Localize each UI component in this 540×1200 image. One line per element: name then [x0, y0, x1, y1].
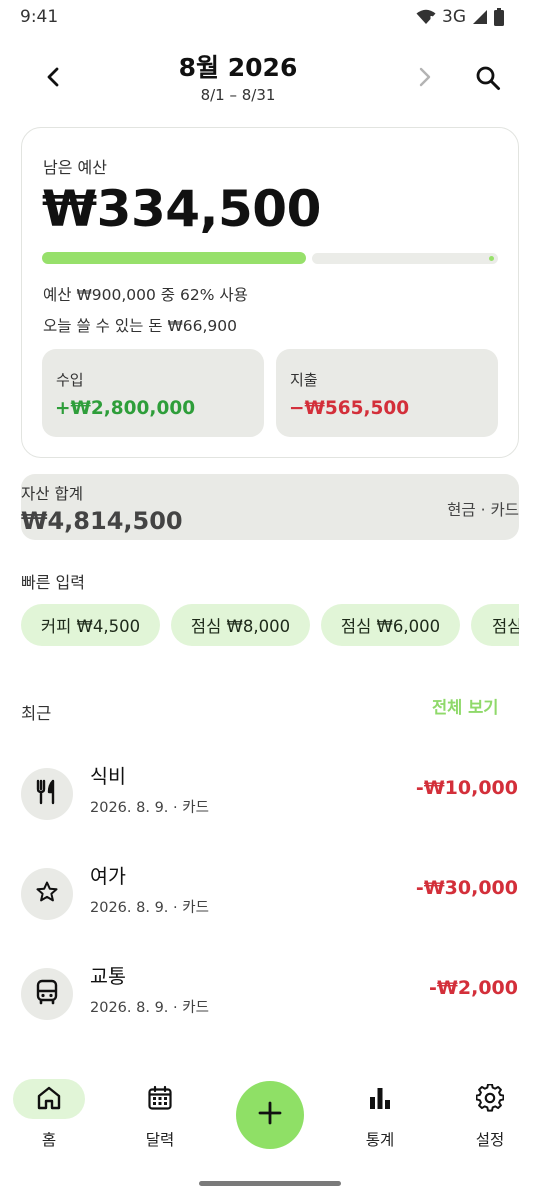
quick-chip[interactable]: 점심 ₩8,000: [171, 604, 310, 646]
expense-card[interactable]: 지출 −₩565,500: [276, 349, 498, 437]
budget-progress-bar: [42, 251, 498, 265]
budget-progress-fill: [42, 252, 306, 264]
see-all-link[interactable]: 전체 보기: [432, 694, 498, 718]
remaining-budget-amount: ₩334,500: [42, 180, 321, 238]
battery-icon: [494, 8, 504, 26]
bottom-navigation: 홈 달력 통계 설정: [0, 1068, 540, 1168]
chevron-right-icon: [417, 67, 433, 91]
quick-chip[interactable]: 커피 ₩4,500: [21, 604, 160, 646]
income-label: 수입: [56, 371, 84, 389]
signal-icon: [472, 9, 488, 25]
next-month-button[interactable]: [408, 62, 442, 96]
nav-settings[interactable]: 설정: [450, 1080, 530, 1160]
category-icon-badge: [21, 968, 73, 1020]
nav-home-label: 홈: [41, 1131, 57, 1149]
search-button[interactable]: [470, 62, 506, 98]
home-icon: [36, 1085, 62, 1115]
category-icon-badge: [21, 768, 73, 820]
nav-stats[interactable]: 통계: [340, 1080, 420, 1160]
date-range: 8/1 – 8/31: [200, 86, 276, 104]
plus-icon: [258, 1101, 282, 1129]
daily-allowance: 오늘 쓸 수 있는 돈 ₩66,900: [43, 317, 238, 335]
asset-total-value: ₩4,814,500: [21, 507, 183, 535]
transaction-meta: 2026. 8. 9. · 카드: [90, 900, 209, 916]
transaction-row[interactable]: 교통 2026. 8. 9. · 카드 -₩2,000: [0, 954, 540, 1034]
transaction-amount: -₩2,000: [429, 977, 518, 999]
status-icons: 3G: [416, 7, 504, 27]
nav-stats-label: 통계: [365, 1131, 395, 1149]
expense-label: 지출: [290, 371, 318, 389]
quick-chip[interactable]: 점심 ₩6,000: [321, 604, 460, 646]
gesture-bar[interactable]: [199, 1181, 341, 1186]
bus-icon: [35, 979, 59, 1009]
nav-calendar-label: 달력: [145, 1131, 175, 1149]
transaction-amount: -₩10,000: [415, 777, 518, 799]
category-icon-badge: [21, 868, 73, 920]
quick-chip[interactable]: 점심: [471, 604, 519, 646]
transaction-meta: 2026. 8. 9. · 카드: [90, 1000, 209, 1016]
add-transaction-button[interactable]: [236, 1081, 304, 1149]
utensils-icon: [35, 779, 59, 809]
month-title: 8월 2026: [178, 53, 298, 82]
gear-icon: [475, 1083, 505, 1116]
budget-progress-remaining: [312, 253, 498, 264]
expense-value: −₩565,500: [289, 398, 410, 419]
budget-card[interactable]: 남은 예산 ₩334,500 예산 ₩900,000 중 62% 사용 오늘 쓸…: [21, 127, 519, 458]
budget-progress-end-dot: [489, 256, 494, 261]
month-header: 8월 2026 8/1 – 8/31: [0, 40, 540, 120]
income-card[interactable]: 수입 +₩2,800,000: [42, 349, 264, 437]
transaction-category: 식비: [90, 765, 126, 788]
nav-home[interactable]: 홈: [9, 1080, 89, 1160]
transaction-row[interactable]: 식비 2026. 8. 9. · 카드 -₩10,000: [0, 754, 540, 834]
asset-total-card[interactable]: 자산 합계 ₩4,814,500 현금 · 카드: [21, 474, 519, 540]
recent-title: 최근: [21, 704, 52, 723]
wifi-icon: [416, 9, 436, 25]
transaction-amount: -₩30,000: [415, 877, 518, 899]
asset-sources: 현금 · 카드: [447, 501, 519, 519]
network-type: 3G: [442, 7, 466, 27]
quick-input-title: 빠른 입력: [21, 573, 85, 592]
income-value: +₩2,800,000: [55, 398, 196, 419]
budget-usage-summary: 예산 ₩900,000 중 62% 사용: [43, 286, 248, 304]
star-icon: [35, 880, 59, 908]
transaction-category: 여가: [90, 865, 126, 888]
nav-settings-label: 설정: [475, 1131, 505, 1149]
search-icon: [475, 65, 501, 95]
quick-input-chips: 커피 ₩4,500 점심 ₩8,000 점심 ₩6,000 점심: [21, 604, 519, 646]
status-bar: 9:41 3G: [0, 0, 540, 34]
nav-calendar[interactable]: 달력: [120, 1080, 200, 1160]
calendar-icon: [147, 1085, 173, 1115]
transaction-meta: 2026. 8. 9. · 카드: [90, 800, 209, 816]
status-time: 9:41: [20, 7, 59, 27]
remaining-budget-label: 남은 예산: [43, 158, 107, 177]
asset-total-label: 자산 합계: [21, 485, 83, 503]
bar-chart-icon: [368, 1086, 392, 1114]
transaction-category: 교통: [90, 965, 126, 988]
transaction-row[interactable]: 여가 2026. 8. 9. · 카드 -₩30,000: [0, 854, 540, 934]
